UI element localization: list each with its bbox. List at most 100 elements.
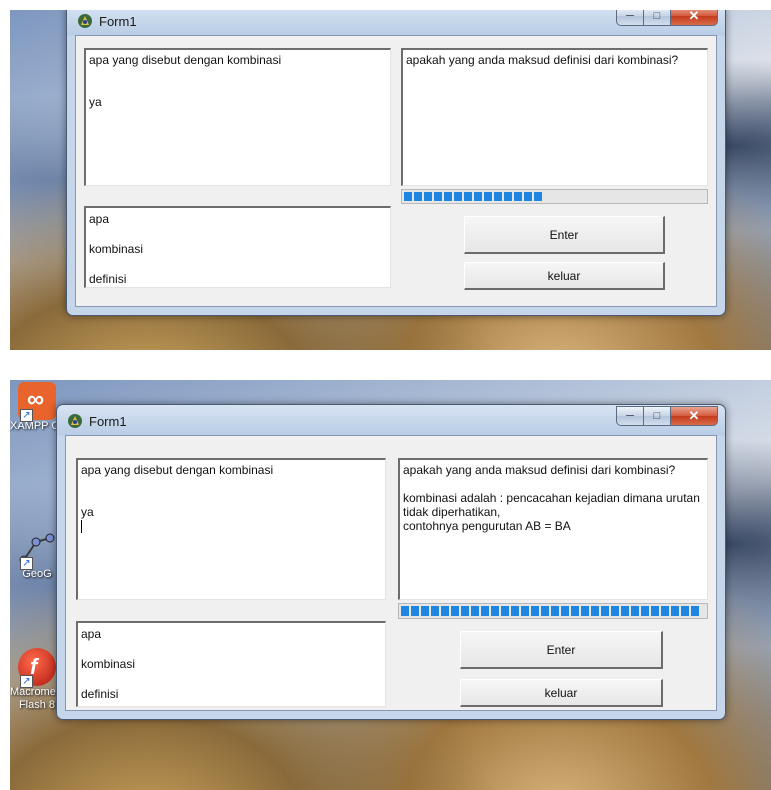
input-line xyxy=(89,81,387,95)
progress-segment xyxy=(691,606,699,616)
minimize-button[interactable]: ─ xyxy=(616,10,644,26)
progress-segment xyxy=(461,606,469,616)
progress-segment xyxy=(504,192,512,201)
input-line xyxy=(89,67,387,81)
response-line: apakah yang anda maksud definisi dari ko… xyxy=(406,53,679,67)
input-memo[interactable]: apa yang disebut dengan kombinasi ya xyxy=(76,458,386,600)
list-item[interactable]: kombinasi xyxy=(81,656,382,686)
form1-window: Form1 ─ □ ✕ apa yang disebut dengan komb… xyxy=(56,404,726,720)
title-bar[interactable]: Form1 ─ □ ✕ xyxy=(57,405,725,435)
progress-segment xyxy=(534,192,542,201)
progress-segment xyxy=(661,606,669,616)
close-icon: ✕ xyxy=(688,408,700,423)
response-memo[interactable]: apakah yang anda maksud definisi dari ko… xyxy=(401,48,708,186)
form1-window: Form1 ─ □ ✕ apa yang disebut dengan komb… xyxy=(66,10,726,316)
keyword-listbox[interactable]: apa kombinasi definisi xyxy=(76,621,386,707)
screenshot-2: ∞ ↗ XAMPP Cont ↗ GeoG f ↗ Macromedia Fla… xyxy=(10,380,771,790)
input-line: ya xyxy=(81,505,94,519)
progress-segment xyxy=(511,606,519,616)
minimize-icon: ─ xyxy=(626,410,634,422)
list-item[interactable]: definisi xyxy=(89,271,387,287)
progress-segment xyxy=(411,606,419,616)
progress-segment xyxy=(671,606,679,616)
progress-segment xyxy=(441,606,449,616)
progress-segment xyxy=(491,606,499,616)
window-title: Form1 xyxy=(89,414,127,429)
progress-segment xyxy=(541,606,549,616)
response-line: tidak diperhatikan, xyxy=(403,505,501,519)
response-line xyxy=(403,477,704,491)
input-line: apa yang disebut dengan kombinasi xyxy=(89,53,282,67)
flash-icon: f ↗ xyxy=(18,648,56,688)
app-icon xyxy=(78,14,92,28)
list-item[interactable]: kombinasi xyxy=(89,241,387,271)
progress-segment xyxy=(621,606,629,616)
progress-segment xyxy=(401,606,409,616)
progress-segment xyxy=(471,606,479,616)
shortcut-arrow-icon: ↗ xyxy=(20,675,33,688)
progress-segment xyxy=(494,192,502,201)
list-item[interactable]: definisi xyxy=(81,686,382,706)
exit-button[interactable]: keluar xyxy=(460,679,663,707)
shortcut-arrow-icon: ↗ xyxy=(20,409,33,422)
close-icon: ✕ xyxy=(688,10,700,23)
xampp-icon: ∞ ↗ xyxy=(18,382,56,422)
progress-segment xyxy=(601,606,609,616)
close-button[interactable]: ✕ xyxy=(671,10,718,26)
keyword-listbox[interactable]: apa kombinasi definisi xyxy=(84,206,391,288)
screenshot-1: Form1 ─ □ ✕ apa yang disebut dengan komb… xyxy=(10,10,771,350)
form-client-area: apa yang disebut dengan kombinasi ya apa… xyxy=(75,35,717,307)
progress-segment xyxy=(561,606,569,616)
input-memo[interactable]: apa yang disebut dengan kombinasi ya xyxy=(84,48,391,186)
response-memo[interactable]: apakah yang anda maksud definisi dari ko… xyxy=(398,458,708,600)
progress-segment xyxy=(464,192,472,201)
list-item[interactable]: apa xyxy=(81,626,382,656)
progress-segment xyxy=(501,606,509,616)
progress-segment xyxy=(431,606,439,616)
close-button[interactable]: ✕ xyxy=(671,406,718,426)
progress-segment xyxy=(531,606,539,616)
progress-segment xyxy=(414,192,422,201)
progress-segment xyxy=(524,192,532,201)
minimize-button[interactable]: ─ xyxy=(616,406,644,426)
progress-segment xyxy=(571,606,579,616)
progress-segment xyxy=(521,606,529,616)
response-line: apakah yang anda maksud definisi dari ko… xyxy=(403,463,676,477)
shortcut-arrow-icon: ↗ xyxy=(20,557,33,570)
progress-segment xyxy=(474,192,482,201)
maximize-icon: □ xyxy=(653,410,661,422)
list-item[interactable]: apa xyxy=(89,211,387,241)
progress-segment xyxy=(591,606,599,616)
progress-segment xyxy=(484,192,492,201)
progress-segment xyxy=(681,606,689,616)
response-line: contohnya pengurutan AB = BA xyxy=(403,519,571,533)
form-client-area: apa yang disebut dengan kombinasi ya apa… xyxy=(65,435,717,711)
exit-button[interactable]: keluar xyxy=(464,262,665,290)
progress-segment xyxy=(641,606,649,616)
app-icon xyxy=(68,414,82,428)
input-line: apa yang disebut dengan kombinasi xyxy=(81,463,274,477)
maximize-icon: □ xyxy=(653,10,661,22)
progress-segment xyxy=(611,606,619,616)
maximize-button[interactable]: □ xyxy=(644,10,671,26)
progress-segment xyxy=(551,606,559,616)
progress-segment xyxy=(404,192,412,201)
response-line: kombinasi adalah : pencacahan kejadian d… xyxy=(403,491,700,505)
progress-bar xyxy=(401,189,708,204)
progress-segment xyxy=(631,606,639,616)
geogebra-icon: ↗ xyxy=(18,530,56,570)
enter-button[interactable]: Enter xyxy=(464,216,665,254)
enter-button[interactable]: Enter xyxy=(460,631,663,669)
maximize-button[interactable]: □ xyxy=(644,406,671,426)
progress-segment xyxy=(421,606,429,616)
minimize-icon: ─ xyxy=(626,10,634,22)
text-caret xyxy=(81,520,82,534)
progress-segment xyxy=(424,192,432,201)
input-line xyxy=(81,491,382,505)
title-bar[interactable]: Form1 ─ □ ✕ xyxy=(67,10,725,35)
progress-segment xyxy=(434,192,442,201)
progress-segment xyxy=(451,606,459,616)
progress-segment xyxy=(481,606,489,616)
progress-segment xyxy=(454,192,462,201)
input-line xyxy=(81,477,382,491)
